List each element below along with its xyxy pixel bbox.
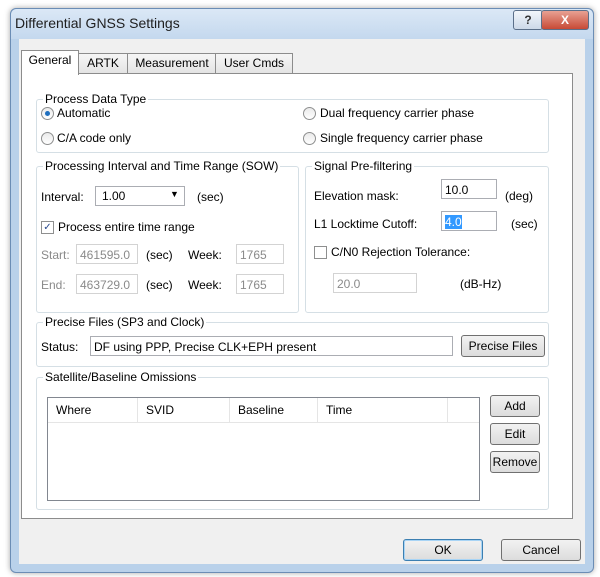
end-label: End: (41, 278, 66, 292)
locktime-cutoff-unit: (sec) (511, 217, 538, 231)
ca-code-only-label: C/A code only (57, 131, 132, 145)
end-week-label: Week: (188, 278, 222, 292)
interval-label: Interval: (41, 190, 84, 204)
dual-frequency-radio[interactable] (303, 107, 316, 120)
signal-prefiltering-label: Signal Pre-filtering (312, 159, 415, 173)
single-frequency-label: Single frequency carrier phase (320, 131, 483, 145)
process-entire-range-checkbox[interactable]: ✓ (41, 221, 54, 234)
process-data-type-group: Process Data Type Automatic C/A code onl… (36, 92, 549, 153)
interval-value: 1.00 (102, 189, 126, 203)
locktime-cutoff-label: L1 Locktime Cutoff: (314, 217, 418, 231)
tab-user-cmds[interactable]: User Cmds (215, 53, 293, 74)
omissions-list[interactable]: Where SVID Baseline Time (47, 397, 480, 501)
precise-files-button[interactable]: Precise Files (461, 335, 545, 357)
elevation-mask-unit: (deg) (505, 189, 534, 203)
cn0-rejection-field[interactable]: 20.0 (333, 273, 417, 293)
edit-button[interactable]: Edit (490, 423, 540, 445)
tab-measurement[interactable]: Measurement (127, 53, 217, 74)
dialog-client-area: General ARTK Measurement User Cmds Proce… (19, 39, 585, 564)
start-week-field[interactable]: 1765 (236, 244, 284, 264)
interval-unit: (sec) (197, 190, 224, 204)
end-field[interactable]: 463729.0 (76, 274, 138, 294)
general-tab-panel: Process Data Type Automatic C/A code onl… (21, 73, 573, 519)
processing-interval-label: Processing Interval and Time Range (SOW) (43, 159, 281, 173)
interval-dropdown[interactable]: 1.00 ▼ (95, 186, 185, 206)
tab-artk[interactable]: ARTK (77, 53, 129, 74)
locktime-cutoff-value: 4.0 (445, 215, 462, 229)
dialog-window: Differential GNSS Settings ? X General A… (10, 8, 594, 573)
start-week-label: Week: (188, 248, 222, 262)
signal-prefiltering-group: Signal Pre-filtering Elevation mask: 10.… (305, 159, 549, 313)
processing-interval-group: Processing Interval and Time Range (SOW)… (36, 159, 299, 313)
help-button[interactable]: ? (513, 10, 543, 30)
start-field[interactable]: 461595.0 (76, 244, 138, 264)
start-label: Start: (41, 248, 70, 262)
tab-general[interactable]: General (21, 50, 79, 75)
end-week-field[interactable]: 1765 (236, 274, 284, 294)
omissions-list-header: Where SVID Baseline Time (48, 398, 479, 423)
status-field[interactable]: DF using PPP, Precise CLK+EPH present (90, 336, 453, 356)
column-where[interactable]: Where (48, 398, 138, 422)
cn0-rejection-unit: (dB-Hz) (460, 277, 502, 291)
title-bar[interactable]: Differential GNSS Settings ? X (11, 9, 593, 39)
column-baseline[interactable]: Baseline (230, 398, 318, 422)
single-frequency-radio[interactable] (303, 132, 316, 145)
precise-files-group: Precise Files (SP3 and Clock) Status: DF… (36, 315, 549, 367)
add-button[interactable]: Add (490, 395, 540, 417)
omissions-group: Satellite/Baseline Omissions Where SVID … (36, 370, 549, 510)
ok-button[interactable]: OK (403, 539, 483, 561)
close-button[interactable]: X (541, 10, 589, 30)
column-time[interactable]: Time (318, 398, 448, 422)
remove-button[interactable]: Remove (490, 451, 540, 473)
cn0-rejection-checkbox[interactable] (314, 246, 327, 259)
locktime-cutoff-field[interactable]: 4.0 (441, 211, 497, 231)
process-data-type-label: Process Data Type (43, 92, 149, 106)
automatic-label: Automatic (57, 106, 111, 120)
start-sec-unit: (sec) (146, 248, 173, 262)
omissions-label: Satellite/Baseline Omissions (43, 370, 199, 384)
end-sec-unit: (sec) (146, 278, 173, 292)
automatic-radio[interactable] (41, 107, 54, 120)
ca-code-only-radio[interactable] (41, 132, 54, 145)
status-label: Status: (41, 340, 79, 354)
process-entire-range-label: Process entire time range (58, 220, 195, 234)
precise-files-label: Precise Files (SP3 and Clock) (43, 315, 207, 329)
window-title: Differential GNSS Settings (15, 15, 180, 31)
chevron-down-icon: ▼ (170, 189, 179, 199)
elevation-mask-label: Elevation mask: (314, 189, 399, 203)
elevation-mask-field[interactable]: 10.0 (441, 179, 497, 199)
column-svid[interactable]: SVID (138, 398, 230, 422)
cancel-button[interactable]: Cancel (501, 539, 581, 561)
dual-frequency-label: Dual frequency carrier phase (320, 106, 475, 120)
cn0-rejection-label: C/N0 Rejection Tolerance: (331, 245, 471, 259)
